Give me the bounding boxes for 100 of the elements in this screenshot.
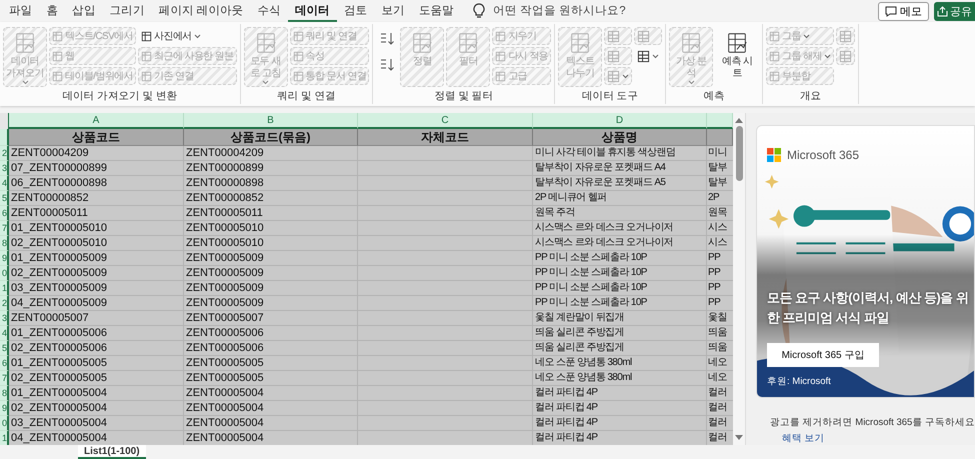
menu-tab[interactable]: 그리기 xyxy=(102,0,152,22)
chart-icon xyxy=(456,31,480,55)
row-number: 7 xyxy=(0,371,9,386)
comments-button[interactable]: 메모 xyxy=(878,2,929,20)
table-cell: 띄움 실리콘 주방집게 xyxy=(533,326,707,341)
table-cell: 탈부착이 자유로운 포켓패드 A5 xyxy=(533,176,707,191)
table-icon xyxy=(769,70,780,82)
sort-icon xyxy=(379,57,396,73)
buy-button[interactable]: Microsoft 365 구입 xyxy=(767,343,879,367)
table-cell: 시스맥스 르와 데스크 오거나이저 xyxy=(533,221,707,236)
table-cell: PP 미니 소분 스페출라 10P xyxy=(533,251,707,266)
table-cell: ZENT00005009 xyxy=(184,251,358,266)
column-header[interactable]: D xyxy=(533,113,707,129)
menu-tab[interactable]: 삽입 xyxy=(65,0,103,22)
table-cell: 2P 메니큐어 헬퍼 xyxy=(533,191,707,206)
table-cell: ZENT00000898 xyxy=(184,176,358,191)
table-icon xyxy=(292,70,304,82)
table-cell: 탈부착이 자유로운 포켓패드 A4 xyxy=(533,161,707,176)
table-cell: 06_ZENT00000898 xyxy=(9,176,184,191)
ad-note: 광고를 제거하려면 Microsoft 365를 구독하세요. xyxy=(770,416,975,429)
table-cell: ZENT00005009 xyxy=(184,281,358,296)
column-header[interactable]: B xyxy=(184,113,358,129)
table-cell: PP xyxy=(707,281,733,296)
table-cell: 컬러 xyxy=(707,431,733,445)
group-label: 쿼리 및 연결 xyxy=(276,89,337,104)
group-label: 개요 xyxy=(798,89,822,104)
menu-tab[interactable]: 파일 xyxy=(2,0,40,22)
table-icon xyxy=(52,30,63,42)
menu-tab[interactable]: 도움말 xyxy=(412,0,461,22)
table-icon xyxy=(495,50,506,62)
menu-tab[interactable]: 페이지 레이아웃 xyxy=(152,0,250,22)
table-icon xyxy=(140,50,152,62)
table-cell: 시스 xyxy=(707,236,733,251)
ribbon-button[interactable]: 예측 시트 xyxy=(715,27,760,87)
table-cell: ZENT00005011 xyxy=(9,206,184,221)
table-cell: 04_ZENT00005004 xyxy=(9,431,184,445)
table-cell: 시스맥스 르와 데스크 오거나이저 xyxy=(533,236,707,251)
menu-tab[interactable]: 검토 xyxy=(336,0,374,22)
table-cell: PP xyxy=(707,296,733,311)
row-header[interactable] xyxy=(0,129,9,146)
table-icon xyxy=(140,30,152,42)
table-cell: ZENT00005005 xyxy=(184,371,358,386)
table-header xyxy=(707,129,733,146)
table-header: 상품코드 xyxy=(9,129,184,146)
row-number: 5 xyxy=(0,191,9,206)
table-cell: 원목 주걱 xyxy=(533,206,707,221)
table-cell: ZENT00005007 xyxy=(9,311,184,326)
menu-tab[interactable]: 수식 xyxy=(250,0,288,22)
table-cell: 컬러 xyxy=(707,401,733,416)
table-cell: 옻칠 xyxy=(707,311,733,326)
menu-tab[interactable]: 홈 xyxy=(39,0,66,22)
row-number: 4 xyxy=(0,176,9,191)
share-button[interactable]: 공유 xyxy=(934,2,975,20)
search-field[interactable]: 어떤 작업을 원하시나요? xyxy=(490,4,695,18)
lightbulb-icon xyxy=(472,3,485,19)
ribbon-button[interactable]: 사진에서 xyxy=(138,27,237,45)
table-cell: ZENT00005010 xyxy=(184,221,358,236)
table-cell: 03_ZENT00005004 xyxy=(9,416,184,431)
select-all-corner[interactable] xyxy=(0,113,9,129)
brand-name: Microsoft 365 xyxy=(787,148,860,162)
column-header[interactable]: A xyxy=(9,113,184,129)
table-cell: ZENT00005006 xyxy=(184,326,358,341)
row-number: 9 xyxy=(0,251,9,266)
row-number: 6 xyxy=(0,356,9,371)
table-header: 상품코드(묶음) xyxy=(184,129,358,146)
row-number: 8 xyxy=(0,386,9,401)
benefits-link[interactable]: 혜택 보기 xyxy=(756,432,825,445)
table-cell: ZENT00005010 xyxy=(184,236,358,251)
table-icon xyxy=(292,30,304,42)
sheet-tab[interactable]: List1(1-100) xyxy=(78,445,146,459)
table-icon xyxy=(769,30,780,42)
table-cell: 원목 xyxy=(707,206,733,221)
table-icon xyxy=(140,70,152,82)
row-number: 3 xyxy=(0,311,9,326)
column-header[interactable]: C xyxy=(358,113,533,129)
menu-tab[interactable]: 보기 xyxy=(374,0,412,22)
table-icon xyxy=(607,50,620,62)
table-cell: ZENT00005009 xyxy=(184,296,358,311)
table-icon xyxy=(495,30,506,42)
table-cell: 01_ZENT00005005 xyxy=(9,356,184,371)
table-cell: ZENT00000852 xyxy=(9,191,184,206)
row-number: 0 xyxy=(0,416,9,431)
table-cell: 02_ZENT00005009 xyxy=(9,266,184,281)
table-cell: PP xyxy=(707,266,733,281)
column-header[interactable] xyxy=(707,113,733,129)
scroll-up-icon[interactable] xyxy=(735,117,743,123)
table-icon xyxy=(769,50,780,62)
table-cell: 2P xyxy=(707,191,733,206)
scroll-down-icon[interactable] xyxy=(735,435,743,441)
row-number: 3 xyxy=(0,161,9,176)
table-icon xyxy=(495,70,506,82)
table-icon xyxy=(607,70,620,82)
scrollbar-thumb[interactable] xyxy=(736,126,742,181)
chart-icon xyxy=(410,31,434,55)
table-cell: ZENT00005009 xyxy=(184,266,358,281)
table-cell: 네오 xyxy=(707,356,733,371)
row-number: 9 xyxy=(0,401,9,416)
table-icon xyxy=(637,50,650,62)
ad-headline: 모든 요구 사항(이력서, 예산 등)을 위한 프리미엄 서식 파일 xyxy=(767,289,970,326)
group-label: 데이터 도구 xyxy=(581,89,640,104)
